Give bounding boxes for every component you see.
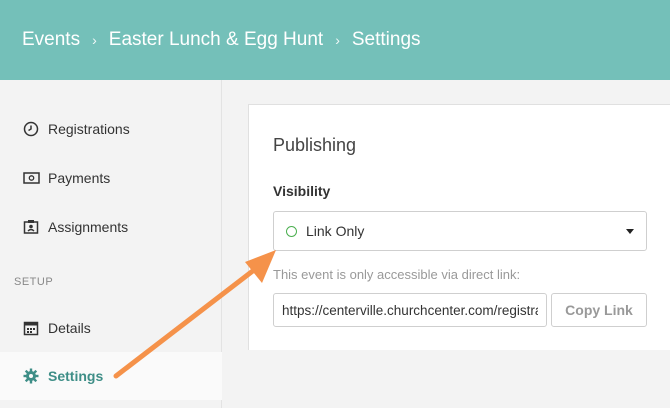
sidebar-item-settings[interactable]: Settings: [0, 352, 222, 400]
money-icon: [22, 169, 40, 187]
sidebar-item-details[interactable]: Details: [0, 304, 222, 352]
breadcrumb-separator: ›: [335, 32, 340, 48]
event-link-field[interactable]: [273, 293, 547, 327]
caret-down-icon: [626, 229, 634, 234]
sidebar: Registrations Payments Assignments SETUP…: [0, 80, 222, 408]
sidebar-item-label: Details: [48, 320, 91, 336]
page-header: Events › Easter Lunch & Egg Hunt › Setti…: [0, 0, 670, 80]
panel-title: Publishing: [273, 135, 357, 155]
publishing-panel: Publishing Visibility Link Only This eve…: [248, 104, 670, 350]
breadcrumb-separator: ›: [92, 32, 97, 48]
sidebar-item-payments[interactable]: Payments: [0, 154, 222, 202]
visibility-label: Visibility: [273, 183, 331, 199]
breadcrumb-events[interactable]: Events: [22, 29, 80, 51]
sidebar-item-assignments[interactable]: Assignments: [0, 203, 222, 251]
sidebar-item-label: Assignments: [48, 219, 129, 235]
visibility-select[interactable]: Link Only: [273, 211, 647, 251]
copy-link-button[interactable]: Copy Link: [551, 293, 647, 327]
clock-icon: [22, 120, 40, 138]
sidebar-section-setup: SETUP: [14, 276, 54, 288]
visibility-value: Link Only: [306, 223, 365, 239]
sidebar-item-label: Registrations: [48, 121, 130, 137]
gear-icon: [22, 367, 40, 385]
status-dot-icon: [286, 225, 297, 237]
sidebar-item-label: Payments: [48, 170, 111, 186]
assignments-icon: [22, 218, 40, 236]
calendar-icon: [22, 319, 40, 337]
visibility-help-text: This event is only accessible via direct…: [273, 267, 521, 282]
sidebar-item-registrations[interactable]: Registrations: [0, 105, 222, 153]
sidebar-item-label: Settings: [48, 368, 104, 384]
breadcrumb-current: Settings: [351, 29, 421, 50]
breadcrumb-event[interactable]: Easter Lunch & Egg Hunt: [109, 29, 323, 51]
